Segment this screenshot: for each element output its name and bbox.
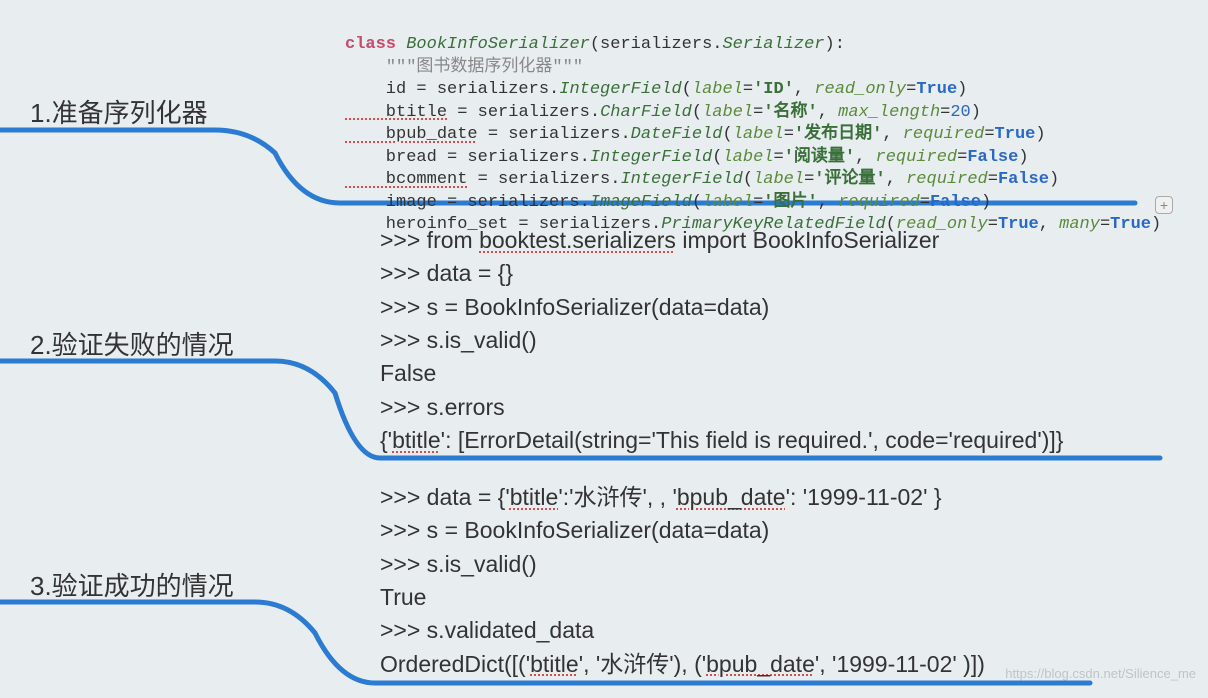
console-line: >>> data = {'btitle':'水浒传', , 'bpub_date… [380,481,985,514]
console-line: >>> s.is_valid() [380,548,985,581]
console-line: >>> s = BookInfoSerializer(data=data) [380,291,1063,324]
section-3-label: 3.验证成功的情况 [30,566,234,603]
serializer-code: class BookInfoSerializer(serializers.Ser… [345,12,1161,236]
class-name: BookInfoSerializer [406,35,590,54]
console-success: >>> data = {'btitle':'水浒传', , 'bpub_date… [380,481,985,681]
console-line: True [380,581,985,614]
docstring: """图书数据序列化器""" [386,58,583,77]
console-line: {'btitle': [ErrorDetail(string='This fie… [380,424,1063,457]
console-fail: >>> from booktest.serializers import Boo… [380,224,1063,457]
section-2-label: 2.验证失败的情况 [30,325,234,362]
console-line: >>> s.is_valid() [380,324,1063,357]
console-line: OrderedDict([('btitle', '水浒传'), ('bpub_d… [380,648,985,681]
console-line: >>> s = BookInfoSerializer(data=data) [380,514,985,547]
watermark: https://blog.csdn.net/Silience_me [1005,666,1196,681]
keyword-class: class [345,35,396,54]
console-line: >>> data = {} [380,257,1063,290]
section-1-label: 1.准备序列化器 [30,93,208,130]
console-line: >>> from booktest.serializers import Boo… [380,224,1063,257]
console-line: >>> s.validated_data [380,614,985,647]
console-line: False [380,357,1063,390]
console-line: >>> s.errors [380,391,1063,424]
expand-icon[interactable]: + [1155,196,1173,214]
